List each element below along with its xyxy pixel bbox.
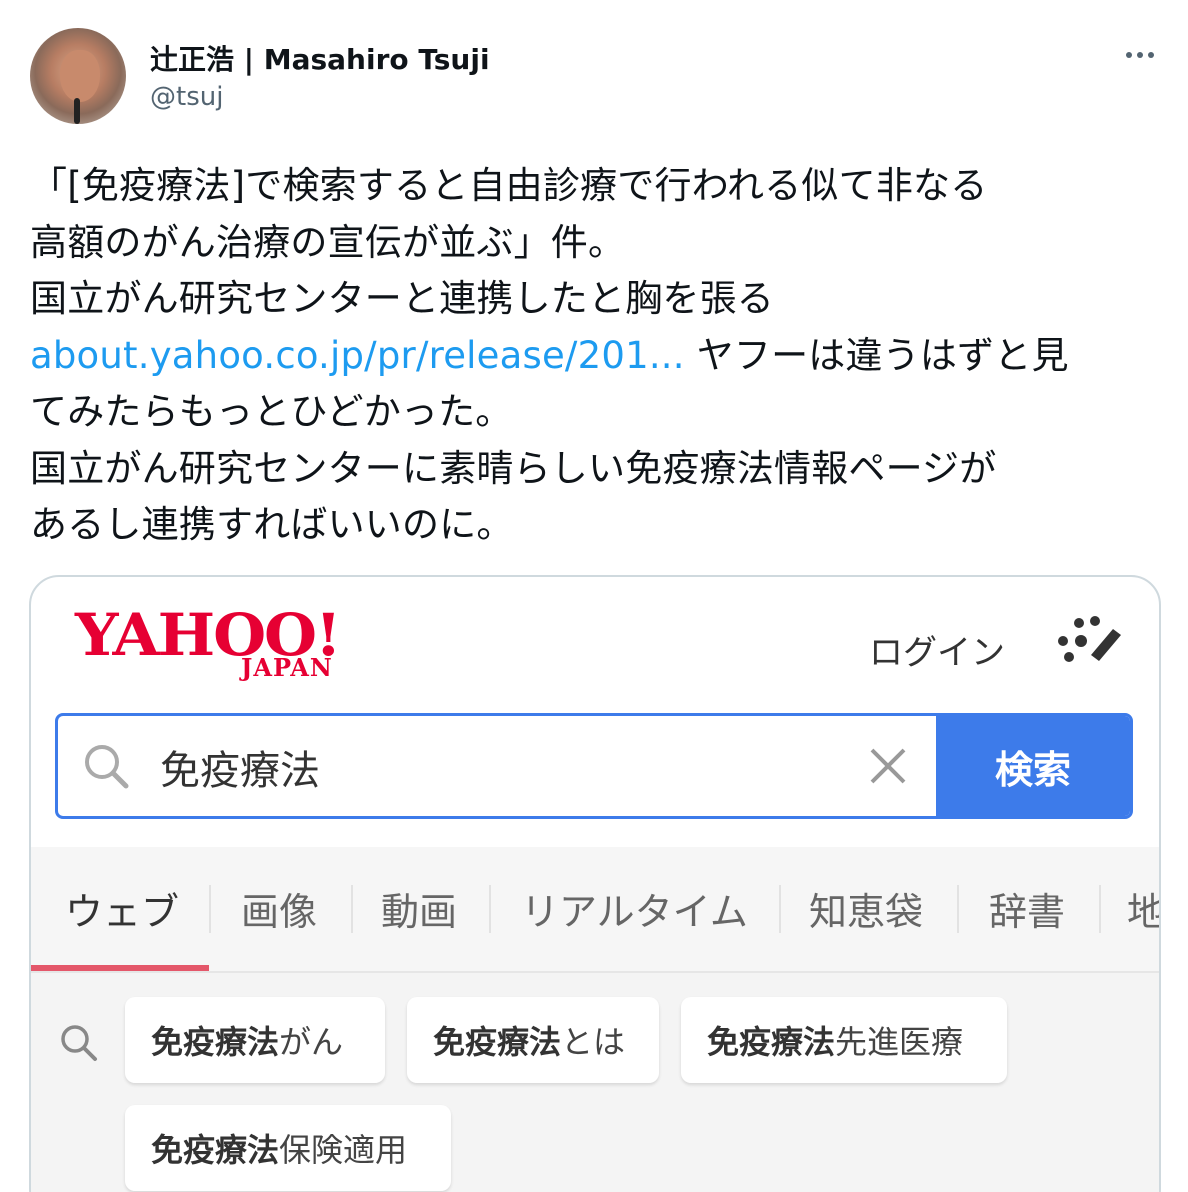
menu-icon (1058, 616, 1121, 662)
tweet-line: 国立がん研究センターに素晴らしい免疫療法情報ページが (30, 446, 997, 490)
suggestion-chip: 免疫療法 がん (125, 997, 385, 1083)
tweet-line: てみたらもっとひどかった。 (30, 390, 513, 433)
avatar[interactable] (30, 28, 126, 124)
tweet-line: 「[免疫療法]で検索すると自由診療で行われる似て非なる (30, 164, 988, 207)
suggestion-chip: 免疫療法 保険適用 (125, 1105, 451, 1191)
author-handle[interactable]: @tsuj (150, 82, 223, 112)
microphone-icon (74, 98, 80, 124)
tweet-line: あるし連携すればいいのに。 (30, 503, 514, 546)
yahoo-japan-logo: YAHOO! JAPAN (75, 601, 375, 682)
yahoo-search-screenshot: YAHOO! JAPAN ログイン 免疫療法 検索 ウェブ 画像 動画 リアルタ… (31, 577, 1159, 1192)
search-box: 免疫療法 検索 (55, 713, 1133, 819)
active-tab-indicator (31, 965, 209, 971)
attached-image[interactable]: YAHOO! JAPAN ログイン 免疫療法 検索 ウェブ 画像 動画 リアルタ… (29, 575, 1161, 1192)
search-tabs: ウェブ 画像 動画 リアルタイム 知恵袋 辞書 地 (31, 847, 1159, 973)
tab-web: ウェブ (65, 890, 180, 934)
suggestion-chip: 免疫療法 先進医療 (681, 997, 1007, 1083)
login-link: ログイン (869, 633, 1005, 673)
tab-video: 動画 (381, 890, 458, 934)
search-icon (85, 745, 129, 789)
yahoo-logo-sub: JAPAN (241, 653, 333, 682)
more-options-icon[interactable] (1120, 40, 1160, 70)
tab-dictionary: 辞書 (989, 890, 1066, 934)
related-searches: 免疫療法 がん 免疫療法 とは 免疫療法 先進医療 免疫療法 保険適用 (31, 973, 1159, 1192)
tweet-link[interactable]: about.yahoo.co.jp/pr/release/201... (30, 334, 685, 377)
author-name[interactable]: 辻正浩 | Masahiro Tsuji (150, 38, 490, 78)
tab-realtime: リアルタイム (521, 890, 748, 934)
tweet-line: 国立がん研究センターと連携したと胸を張る (30, 277, 774, 320)
tab-map: 地 (1127, 881, 1159, 936)
tweet: 辻正浩 | Masahiro Tsuji @tsuj 「[免疫療法]で検索すると… (0, 0, 1188, 1192)
tweet-line-after-link: ヤフーは違うはずと見 (684, 333, 1069, 377)
close-icon (870, 748, 906, 784)
tab-chiebukuro: 知恵袋 (809, 890, 924, 934)
search-input: 免疫療法 (160, 748, 320, 794)
avatar-face (60, 50, 100, 102)
tweet-line-with-link: about.yahoo.co.jp/pr/release/201... ヤフーは… (30, 328, 1160, 385)
suggestion-chip: 免疫療法 とは (407, 997, 659, 1083)
search-icon (61, 1025, 97, 1061)
tweet-text: 「[免疫療法]で検索すると自由診療で行われる似て非なる 高額のがん治療の宣伝が並… (30, 158, 1160, 554)
tab-images: 画像 (241, 890, 318, 934)
search-button: 検索 (936, 716, 1130, 816)
tweet-line: 高額のがん治療の宣伝が並ぶ」件。 (30, 220, 626, 264)
